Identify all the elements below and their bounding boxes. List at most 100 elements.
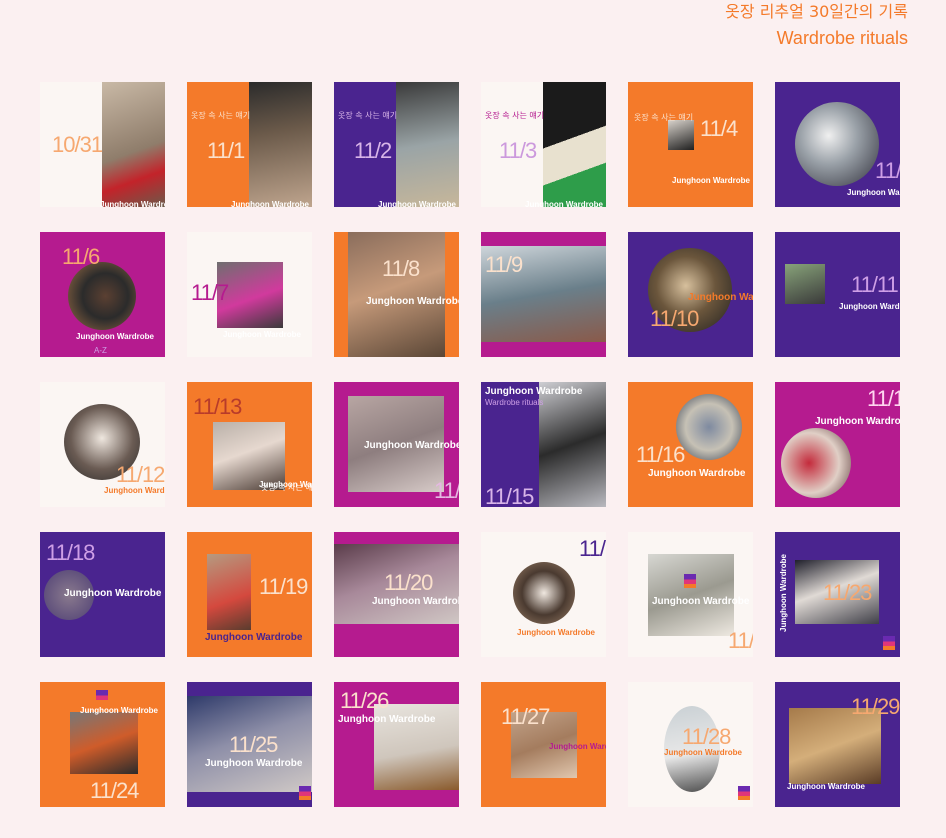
ritual-tile[interactable]: 11/9 [481, 232, 606, 357]
ritual-tile[interactable]: 11/19 Junghoon Wardrobe [187, 532, 312, 657]
ritual-tag: 옷장 속 사는 얘기 [485, 111, 545, 120]
brand-label: Junghoon Wardrobe [64, 588, 162, 599]
ritual-date: 11/26 [340, 688, 389, 713]
ritual-date: 11/14 [434, 478, 459, 503]
ritual-tile[interactable]: 11/29 Junghoon Wardrobe [775, 682, 900, 807]
brand-label: Junghoon Wardrobe [231, 200, 309, 207]
ritual-tile[interactable]: 11/5 Junghoon Wardrobe [775, 82, 900, 207]
ritual-date: 11/11 [851, 272, 899, 297]
wardrobe-logo-icon [684, 574, 696, 588]
brand-label: Junghoon Wardrobe [815, 416, 900, 427]
ritual-date: 11/12 [116, 462, 165, 487]
ritual-tile[interactable]: 11/21 Junghoon Wardrobe [481, 532, 606, 657]
brand-label: Junghoon Wardrobe [688, 292, 753, 303]
ritual-tile[interactable]: 11/28 Junghoon Wardrobe [628, 682, 753, 807]
ritual-date: 11/15 [485, 484, 534, 508]
ritual-tag: 옷장 속 사는 얘기 [191, 111, 251, 120]
ritual-date: 11/22 [728, 628, 753, 653]
brand-label: Junghoon Wardrobe [672, 176, 750, 185]
ritual-tile[interactable]: 11/4 옷장 속 사는 얘기 Junghoon Wardrobe [628, 82, 753, 207]
outfit-photo [795, 102, 879, 186]
brand-label: Junghoon Wardrobe [76, 332, 154, 341]
brand-label: Junghoon Wardrobe [205, 758, 303, 769]
ritual-date: 11/4 [700, 116, 738, 141]
ritual-subtitle: A-Z [94, 346, 107, 355]
page-header: 옷장 리추얼 30일간의 기록 Wardrobe rituals [725, 0, 908, 50]
wardrobe-logo-icon [738, 786, 750, 800]
ritual-tile[interactable]: 11/15 Junghoon Wardrobe Wardrobe rituals [481, 382, 606, 507]
ritual-tile[interactable]: 11/1 옷장 속 사는 얘기 Junghoon Wardrobe [187, 82, 312, 207]
ritual-date: 11/23 [823, 580, 872, 605]
brand-label: Junghoon Wardrobe [372, 596, 459, 607]
ritual-tile[interactable]: 11/14 Junghoon Wardrobe [334, 382, 459, 507]
ritual-date: 11/16 [636, 442, 685, 467]
outfit-photo [68, 262, 136, 330]
brand-label: Junghoon Wardrobe [205, 632, 303, 643]
ritual-grid: 10/31 Junghoon Wardrobe 11/1 옷장 속 사는 얘기 Jung… [40, 82, 900, 807]
wardrobe-logo-icon [96, 690, 108, 704]
ritual-date: 11/13 [193, 394, 242, 419]
outfit-photo [648, 554, 734, 636]
brand-label: Junghoon Wardrobe [104, 486, 165, 495]
outfit-photo [396, 82, 459, 207]
ritual-date: 10/31 [52, 132, 103, 157]
brand-label: Junghoon Wardrobe [839, 302, 900, 311]
brand-label: Junghoon Wardrobe [652, 596, 750, 607]
brand-label: Junghoon Wardrobe [787, 782, 865, 791]
ritual-date: 11/2 [354, 138, 392, 163]
ritual-tile[interactable]: 11/18 Junghoon Wardrobe [40, 532, 165, 657]
brand-label: Junghoon Wardrobe [259, 480, 312, 489]
ritual-tile[interactable]: 10/31 Junghoon Wardrobe [40, 82, 165, 207]
brand-label: Junghoon Wardrobe [664, 748, 742, 757]
ritual-tile[interactable]: 11/8 Junghoon Wardrobe [334, 232, 459, 357]
brand-label: Junghoon Wardrobe [525, 200, 603, 207]
brand-label: Junghoon Wardrobe [549, 742, 606, 751]
ritual-tile[interactable]: 11/3 옷장 속 사는 얘기 Junghoon Wardrobe [481, 82, 606, 207]
ritual-tile[interactable]: 11/11 Junghoon Wardrobe [775, 232, 900, 357]
page-title-korean: 옷장 리추얼 30일간의 기록 [725, 2, 908, 21]
ritual-tile[interactable]: 11/27 Junghoon Wardrobe [481, 682, 606, 807]
ritual-tile[interactable]: 11/12Junghoon Wardrobe [40, 382, 165, 507]
ritual-tile[interactable]: 11/20Junghoon Wardrobe [334, 532, 459, 657]
ritual-date: 11/24 [90, 778, 139, 803]
ritual-date: 11/10 [650, 306, 699, 331]
brand-label: Junghoon Wardrobe [80, 706, 158, 715]
ritual-date: 11/28 [682, 724, 731, 749]
ritual-date: 11/7 [191, 280, 229, 305]
ritual-tile[interactable]: 11/2 옷장 속 사는 얘기 Junghoon Wardrobe [334, 82, 459, 207]
ritual-tile[interactable]: 11/22 Junghoon Wardrobe [628, 532, 753, 657]
ritual-tile[interactable]: 11/13옷장 속 사는 얘기Junghoon Wardrobe [187, 382, 312, 507]
brand-label: Junghoon Wardrobe [378, 200, 456, 207]
ritual-date: 11/20 [384, 570, 433, 595]
outfit-photo [676, 394, 742, 460]
ritual-tile[interactable]: 11/23 Junghoon Wardrobe [775, 532, 900, 657]
ritual-tile[interactable]: 11/17 Junghoon Wardrobe [775, 382, 900, 507]
brand-label: Junghoon Wardrobe [223, 330, 301, 339]
ritual-tile[interactable]: 11/6 Junghoon Wardrobe A-Z [40, 232, 165, 357]
ritual-tile[interactable]: 11/26 Junghoon Wardrobe [334, 682, 459, 807]
ritual-date: 11/3 [499, 138, 537, 163]
brand-label: Junghoon Wardrobe [648, 468, 746, 479]
wardrobe-logo-icon [299, 786, 311, 800]
wardrobe-logo-icon [883, 636, 895, 650]
outfit-photo [249, 82, 312, 207]
ritual-date: 11/18 [46, 540, 95, 565]
ritual-tile[interactable]: 11/16 Junghoon Wardrobe [628, 382, 753, 507]
ritual-date: 11/6 [62, 244, 100, 269]
ritual-date: 11/17 [867, 386, 900, 411]
ritual-date: 11/29 [851, 694, 900, 719]
brand-label: Junghoon Wardrobe [338, 714, 436, 725]
brand-label: Junghoon Wardrobe [779, 554, 788, 632]
ritual-tile[interactable]: 11/10 Junghoon Wardrobe [628, 232, 753, 357]
outfit-photo [789, 708, 881, 784]
ritual-date: 11/19 [259, 574, 308, 599]
ritual-date: 11/25 [229, 732, 278, 757]
ritual-tag: 옷장 속 사는 얘기 [338, 111, 398, 120]
outfit-photo [70, 712, 138, 774]
ritual-tile[interactable]: 11/25 Junghoon Wardrobe [187, 682, 312, 807]
outfit-photo [207, 554, 251, 630]
brand-label: Junghoon Wardrobe [364, 440, 459, 451]
brand-label: Junghoon Wardrobe [847, 188, 900, 197]
ritual-tile[interactable]: 11/7 Junghoon Wardrobe [187, 232, 312, 357]
ritual-tile[interactable]: 11/24 Junghoon Wardrobe [40, 682, 165, 807]
